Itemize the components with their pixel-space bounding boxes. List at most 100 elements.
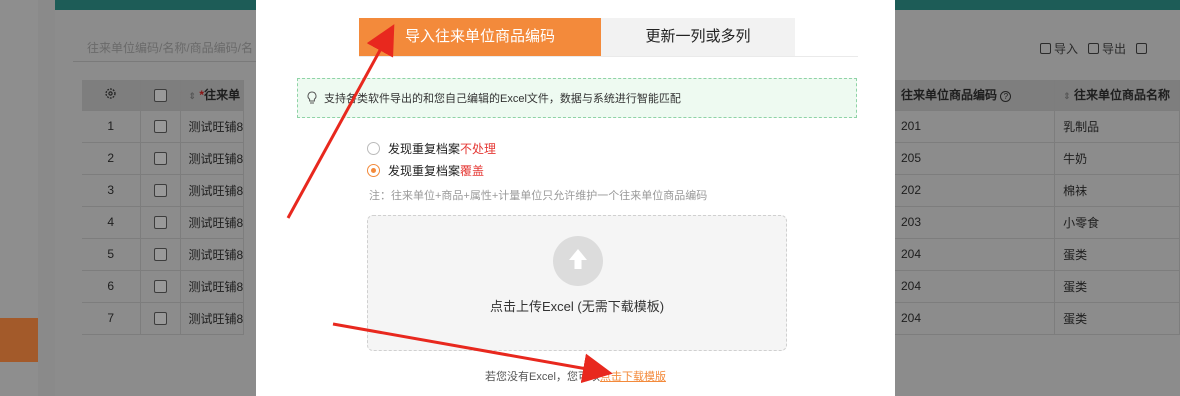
row-index: 7 <box>82 302 141 335</box>
help-icon[interactable]: ? <box>1000 91 1012 103</box>
option-highlight: 不处理 <box>460 142 497 156</box>
row-name: 测试旺铺8 <box>180 174 245 207</box>
row-checkbox-cell[interactable] <box>140 270 181 303</box>
table-row[interactable]: 202 棉袜 <box>893 174 1180 207</box>
upload-icon <box>553 236 603 286</box>
table-row[interactable]: 204 蛋类 <box>893 302 1180 335</box>
table-row[interactable]: 205 牛奶 <box>893 142 1180 175</box>
radio-no-action[interactable] <box>367 142 380 155</box>
row-checkbox-cell[interactable] <box>140 206 181 239</box>
row-code: 202 <box>893 174 1056 207</box>
tab-update-columns[interactable]: 更新一列或多列 <box>601 18 795 56</box>
tip-text: 支持各类软件导出的和您自己编辑的Excel文件，数据与系统进行智能匹配 <box>324 93 681 105</box>
import-icon <box>1040 43 1051 54</box>
row-product-name: 乳制品 <box>1054 110 1180 143</box>
table-row[interactable]: 7 测试旺铺8 <box>82 302 245 335</box>
header-label: 往来单位商品名称 <box>1073 88 1170 103</box>
gear-icon[interactable] <box>104 87 117 100</box>
sort-icon[interactable]: ⇕ <box>1063 91 1071 101</box>
row-product-name: 蛋类 <box>1054 238 1180 271</box>
option-no-action[interactable]: 发现重复档案不处理 <box>367 140 496 157</box>
header-label: 往来单 <box>204 88 241 103</box>
option-label: 发现重复档案覆盖 <box>388 162 484 179</box>
option-overwrite[interactable]: 发现重复档案覆盖 <box>367 162 484 179</box>
row-product-name: 蛋类 <box>1054 270 1180 303</box>
table-row[interactable]: 4 测试旺铺8 <box>82 206 245 239</box>
column-header-code[interactable]: 往来单位商品编码 ? <box>893 80 1056 111</box>
import-label: 导入 <box>1054 42 1079 56</box>
row-index: 5 <box>82 238 141 271</box>
select-all-header[interactable] <box>140 80 181 111</box>
row-checkbox-cell[interactable] <box>140 142 181 175</box>
settings-header[interactable] <box>82 80 141 111</box>
upload-area[interactable]: 点击上传Excel (无需下载模板) <box>367 215 787 351</box>
row-checkbox-cell[interactable] <box>140 110 181 143</box>
row-name: 测试旺铺8 <box>180 110 245 143</box>
row-checkbox[interactable] <box>153 152 167 166</box>
column-header-name[interactable]: ⇕ *往来单 <box>180 80 245 111</box>
row-checkbox-cell[interactable] <box>140 174 181 207</box>
row-code: 203 <box>893 206 1056 239</box>
table-row[interactable]: 204 蛋类 <box>893 270 1180 303</box>
row-checkbox[interactable] <box>153 184 167 198</box>
search-input[interactable]: 往来单位编码/名称/商品编码/名 <box>73 34 263 62</box>
row-code: 204 <box>893 302 1056 335</box>
row-name: 测试旺铺8 <box>180 206 245 239</box>
table-row[interactable]: 3 测试旺铺8 <box>82 174 245 207</box>
table-row[interactable]: 201 乳制品 <box>893 110 1180 143</box>
table-row[interactable]: 5 测试旺铺8 <box>82 238 245 271</box>
table-row[interactable]: 204 蛋类 <box>893 238 1180 271</box>
export-button[interactable]: 导出 <box>1088 40 1126 57</box>
sidebar-active-item <box>0 318 38 362</box>
table-row[interactable]: 1 测试旺铺8 <box>82 110 245 143</box>
option-highlight: 覆盖 <box>460 164 485 178</box>
duplicate-note: 注：往来单位+商品+属性+计量单位只允许维护一个往来单位商品编码 <box>369 190 708 202</box>
export-label: 导出 <box>1102 42 1127 56</box>
delete-icon <box>1136 43 1148 54</box>
tab-divider <box>359 56 858 57</box>
row-product-name: 蛋类 <box>1054 302 1180 335</box>
row-checkbox-cell[interactable] <box>140 238 181 271</box>
sort-icon[interactable]: ⇕ <box>189 91 197 101</box>
export-icon <box>1088 43 1100 54</box>
footer-text: 若您没有Excel，您可以 <box>485 371 600 383</box>
row-name: 测试旺铺8 <box>180 270 245 303</box>
row-index: 4 <box>82 206 141 239</box>
radio-overwrite[interactable] <box>367 164 380 177</box>
row-product-name: 小零食 <box>1054 206 1180 239</box>
row-checkbox[interactable] <box>153 120 167 134</box>
row-product-name: 棉袜 <box>1054 174 1180 207</box>
option-prefix: 发现重复档案 <box>388 164 461 178</box>
data-table: ⇕ *往来单 1 测试旺铺8 2 测试旺铺8 3 测试旺铺8 4 测试旺铺8 5 测试旺铺8 6 测试… <box>82 80 245 335</box>
modal-tabs: 导入往来单位商品编码 更新一列或多列 <box>359 18 795 56</box>
table-row[interactable]: 203 小零食 <box>893 206 1180 239</box>
upload-label: 点击上传Excel (无需下载模板) <box>489 299 665 314</box>
select-all-checkbox[interactable] <box>153 88 167 102</box>
delete-button[interactable] <box>1136 40 1148 57</box>
lightbulb-icon <box>307 91 317 104</box>
row-code: 205 <box>893 142 1056 175</box>
row-checkbox-cell[interactable] <box>140 302 181 335</box>
template-download-row: 若您没有Excel，您可以点击下载模版 <box>256 368 895 384</box>
row-code: 204 <box>893 238 1056 271</box>
download-template-link[interactable]: 点击下载模版 <box>600 371 666 383</box>
row-name: 测试旺铺8 <box>180 142 245 175</box>
table-row[interactable]: 6 测试旺铺8 <box>82 270 245 303</box>
row-index: 2 <box>82 142 141 175</box>
row-index: 1 <box>82 110 141 143</box>
option-prefix: 发现重复档案 <box>388 142 461 156</box>
import-modal: 导入往来单位商品编码 更新一列或多列 支持各类软件导出的和您自己编辑的Excel… <box>256 0 895 396</box>
column-header-product-name[interactable]: ⇕ 往来单位商品名称 <box>1054 80 1180 111</box>
row-index: 3 <box>82 174 141 207</box>
import-button[interactable]: 导入 <box>1040 40 1078 57</box>
row-checkbox[interactable] <box>153 312 167 326</box>
table-row[interactable]: 2 测试旺铺8 <box>82 142 245 175</box>
option-label: 发现重复档案不处理 <box>388 140 496 157</box>
row-checkbox[interactable] <box>153 248 167 262</box>
data-table-right: 往来单位商品编码 ? ⇕ 往来单位商品名称 201 乳制品 205 牛奶 202 棉袜 20… <box>893 80 1180 335</box>
row-product-name: 牛奶 <box>1054 142 1180 175</box>
toolbar: 导入 导出 <box>1040 40 1148 57</box>
row-checkbox[interactable] <box>153 280 167 294</box>
tab-import-codes[interactable]: 导入往来单位商品编码 <box>359 18 601 56</box>
row-checkbox[interactable] <box>153 216 167 230</box>
